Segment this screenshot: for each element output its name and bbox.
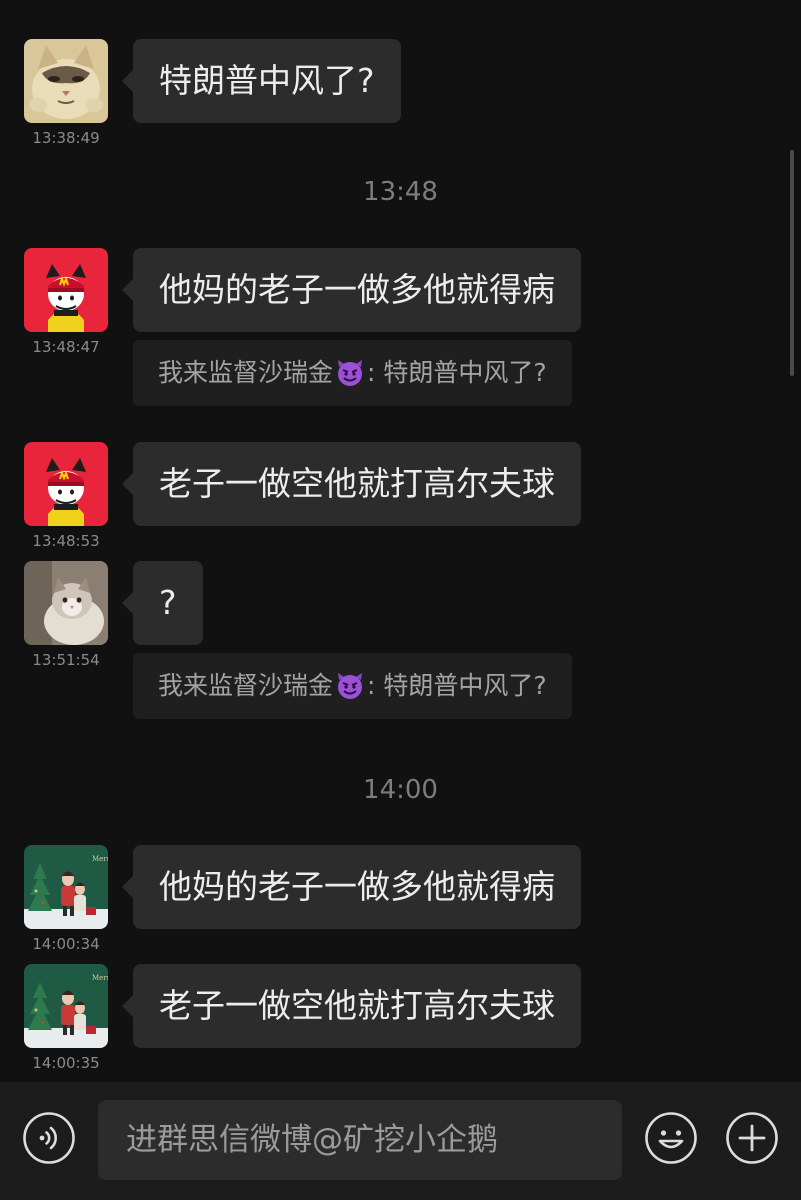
svg-text:Merry: Merry <box>92 855 108 863</box>
plus-icon[interactable] <box>725 1111 779 1165</box>
smiling-devil-emoji <box>335 357 365 387</box>
message-time: 13:51:54 <box>32 651 100 669</box>
christmas-kids-photo-avatar[interactable]: Merry <box>24 845 108 929</box>
message-bubble[interactable]: 他妈的老子一做多他就得病 <box>122 248 581 332</box>
quote-separator: : <box>367 358 376 387</box>
message-bubble[interactable]: 老子一做空他就打高尔夫球 <box>122 964 581 1048</box>
input-bar: 进群思信微博@矿挖小企鹅 <box>0 1082 801 1200</box>
christmas-kids-photo-avatar[interactable]: Merry <box>24 964 108 1048</box>
voice-icon[interactable] <box>22 1111 76 1165</box>
quote-text: 特朗普中风了? <box>383 358 547 387</box>
quote-text: 特朗普中风了? <box>383 671 547 700</box>
red-cat-cap-avatar[interactable] <box>24 442 108 526</box>
message-bubble[interactable]: 老子一做空他就打高尔夫球 <box>122 442 581 526</box>
time-divider: 13:48 <box>363 177 438 207</box>
quoted-message[interactable]: 我来监督沙瑞金 : 特朗普中风了? <box>133 653 572 719</box>
message-bubble[interactable]: 特朗普中风了? <box>122 39 401 123</box>
message-time: 14:00:35 <box>32 1054 100 1072</box>
emoji-icon[interactable] <box>644 1111 698 1165</box>
cat-illustration-avatar[interactable] <box>24 39 108 123</box>
quote-sender: 我来监督沙瑞金 <box>158 358 334 387</box>
message-bubble[interactable]: 他妈的老子一做多他就得病 <box>122 845 581 929</box>
svg-text:Merry: Merry <box>92 974 108 982</box>
time-divider: 14:00 <box>363 775 438 805</box>
chat-screen: 特朗普中风了? 13:38:49 13:48 他妈的老子一做多他就得病 13:4… <box>0 0 801 1200</box>
fluffy-cat-photo-avatar[interactable] <box>24 561 108 645</box>
red-cat-cap-avatar[interactable] <box>24 248 108 332</box>
message-time: 13:48:47 <box>32 338 100 356</box>
message-time: 13:48:53 <box>32 532 100 550</box>
quote-sender: 我来监督沙瑞金 <box>158 671 334 700</box>
quoted-message[interactable]: 我来监督沙瑞金 : 特朗普中风了? <box>133 340 572 406</box>
message-time: 14:00:34 <box>32 935 100 953</box>
message-input[interactable]: 进群思信微博@矿挖小企鹅 <box>98 1100 622 1180</box>
quote-separator: : <box>367 671 376 700</box>
smiling-devil-emoji <box>335 670 365 700</box>
message-bubble[interactable]: ? <box>122 561 203 645</box>
message-time: 13:38:49 <box>32 129 100 147</box>
